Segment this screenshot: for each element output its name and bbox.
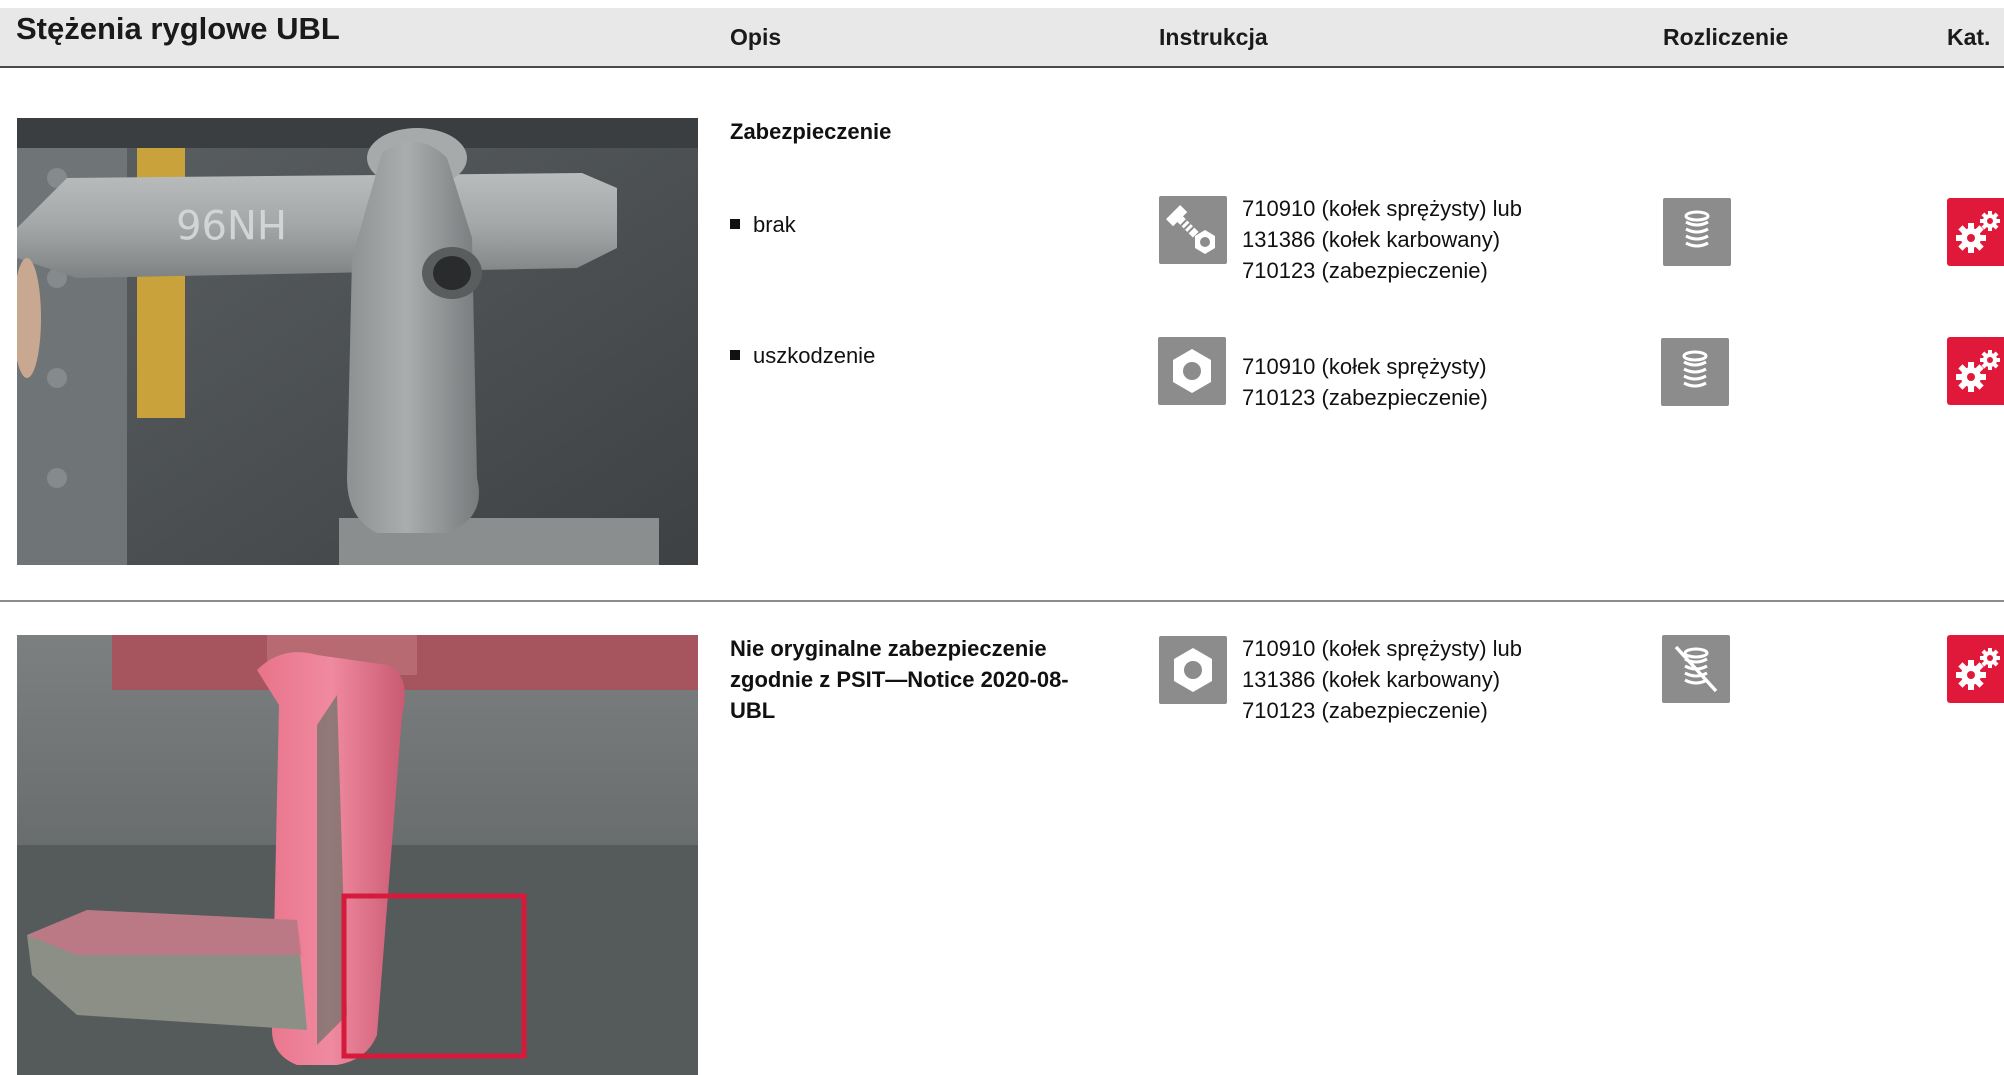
photo-ubl-connector-securing: HN96 [17, 118, 698, 565]
column-header-rozliczenie: Rozliczenie [1663, 24, 1789, 50]
instruction-text-brak: 710910 (kołek sprężysty) lub 131386 (koł… [1242, 196, 1523, 283]
coin-stack-crossed-icon [1662, 635, 1730, 703]
coin-stack-icon [1663, 198, 1731, 266]
description-text: brak [753, 212, 796, 237]
section-heading-non-original: Nie oryginalne zabezpieczenie zgodnie z … [730, 636, 1069, 723]
coin-stack-icon [1661, 338, 1729, 406]
description-text: uszkodzenie [753, 343, 876, 368]
photo-stamp-text: HN96 [176, 200, 287, 246]
gears-icon [1947, 337, 2004, 405]
bullet-square-icon [730, 219, 740, 229]
section-heading-zabezpieczenie: Zabezpieczenie [730, 119, 892, 144]
instruction-text-non-original: 710910 (kołek sprężysty) lub 131386 (koł… [1242, 636, 1523, 723]
section-divider [0, 600, 2004, 602]
column-header-kat: Kat. [1947, 24, 1991, 50]
list-item-brak: brak [730, 209, 796, 240]
gears-icon [1947, 635, 2004, 703]
instruction-text-uszkodzenie: 710910 (kołek sprężysty) 710123 (zabezpi… [1242, 354, 1488, 410]
column-header-opis: Opis [730, 24, 782, 50]
page-title: Stężenia ryglowe UBL [16, 11, 340, 46]
gears-icon [1947, 198, 2004, 266]
photo-ubl-non-original-securing [17, 635, 698, 1075]
list-item-uszkodzenie: uszkodzenie [730, 340, 875, 371]
bullet-square-icon [730, 350, 740, 360]
column-header-instrukcja: Instrukcja [1159, 24, 1268, 50]
table-header: Stężenia ryglowe UBL Opis Instrukcja Roz… [0, 8, 2004, 68]
bolt-nut-icon [1159, 196, 1227, 264]
hex-nut-icon [1159, 636, 1227, 704]
hex-nut-icon [1158, 337, 1226, 405]
